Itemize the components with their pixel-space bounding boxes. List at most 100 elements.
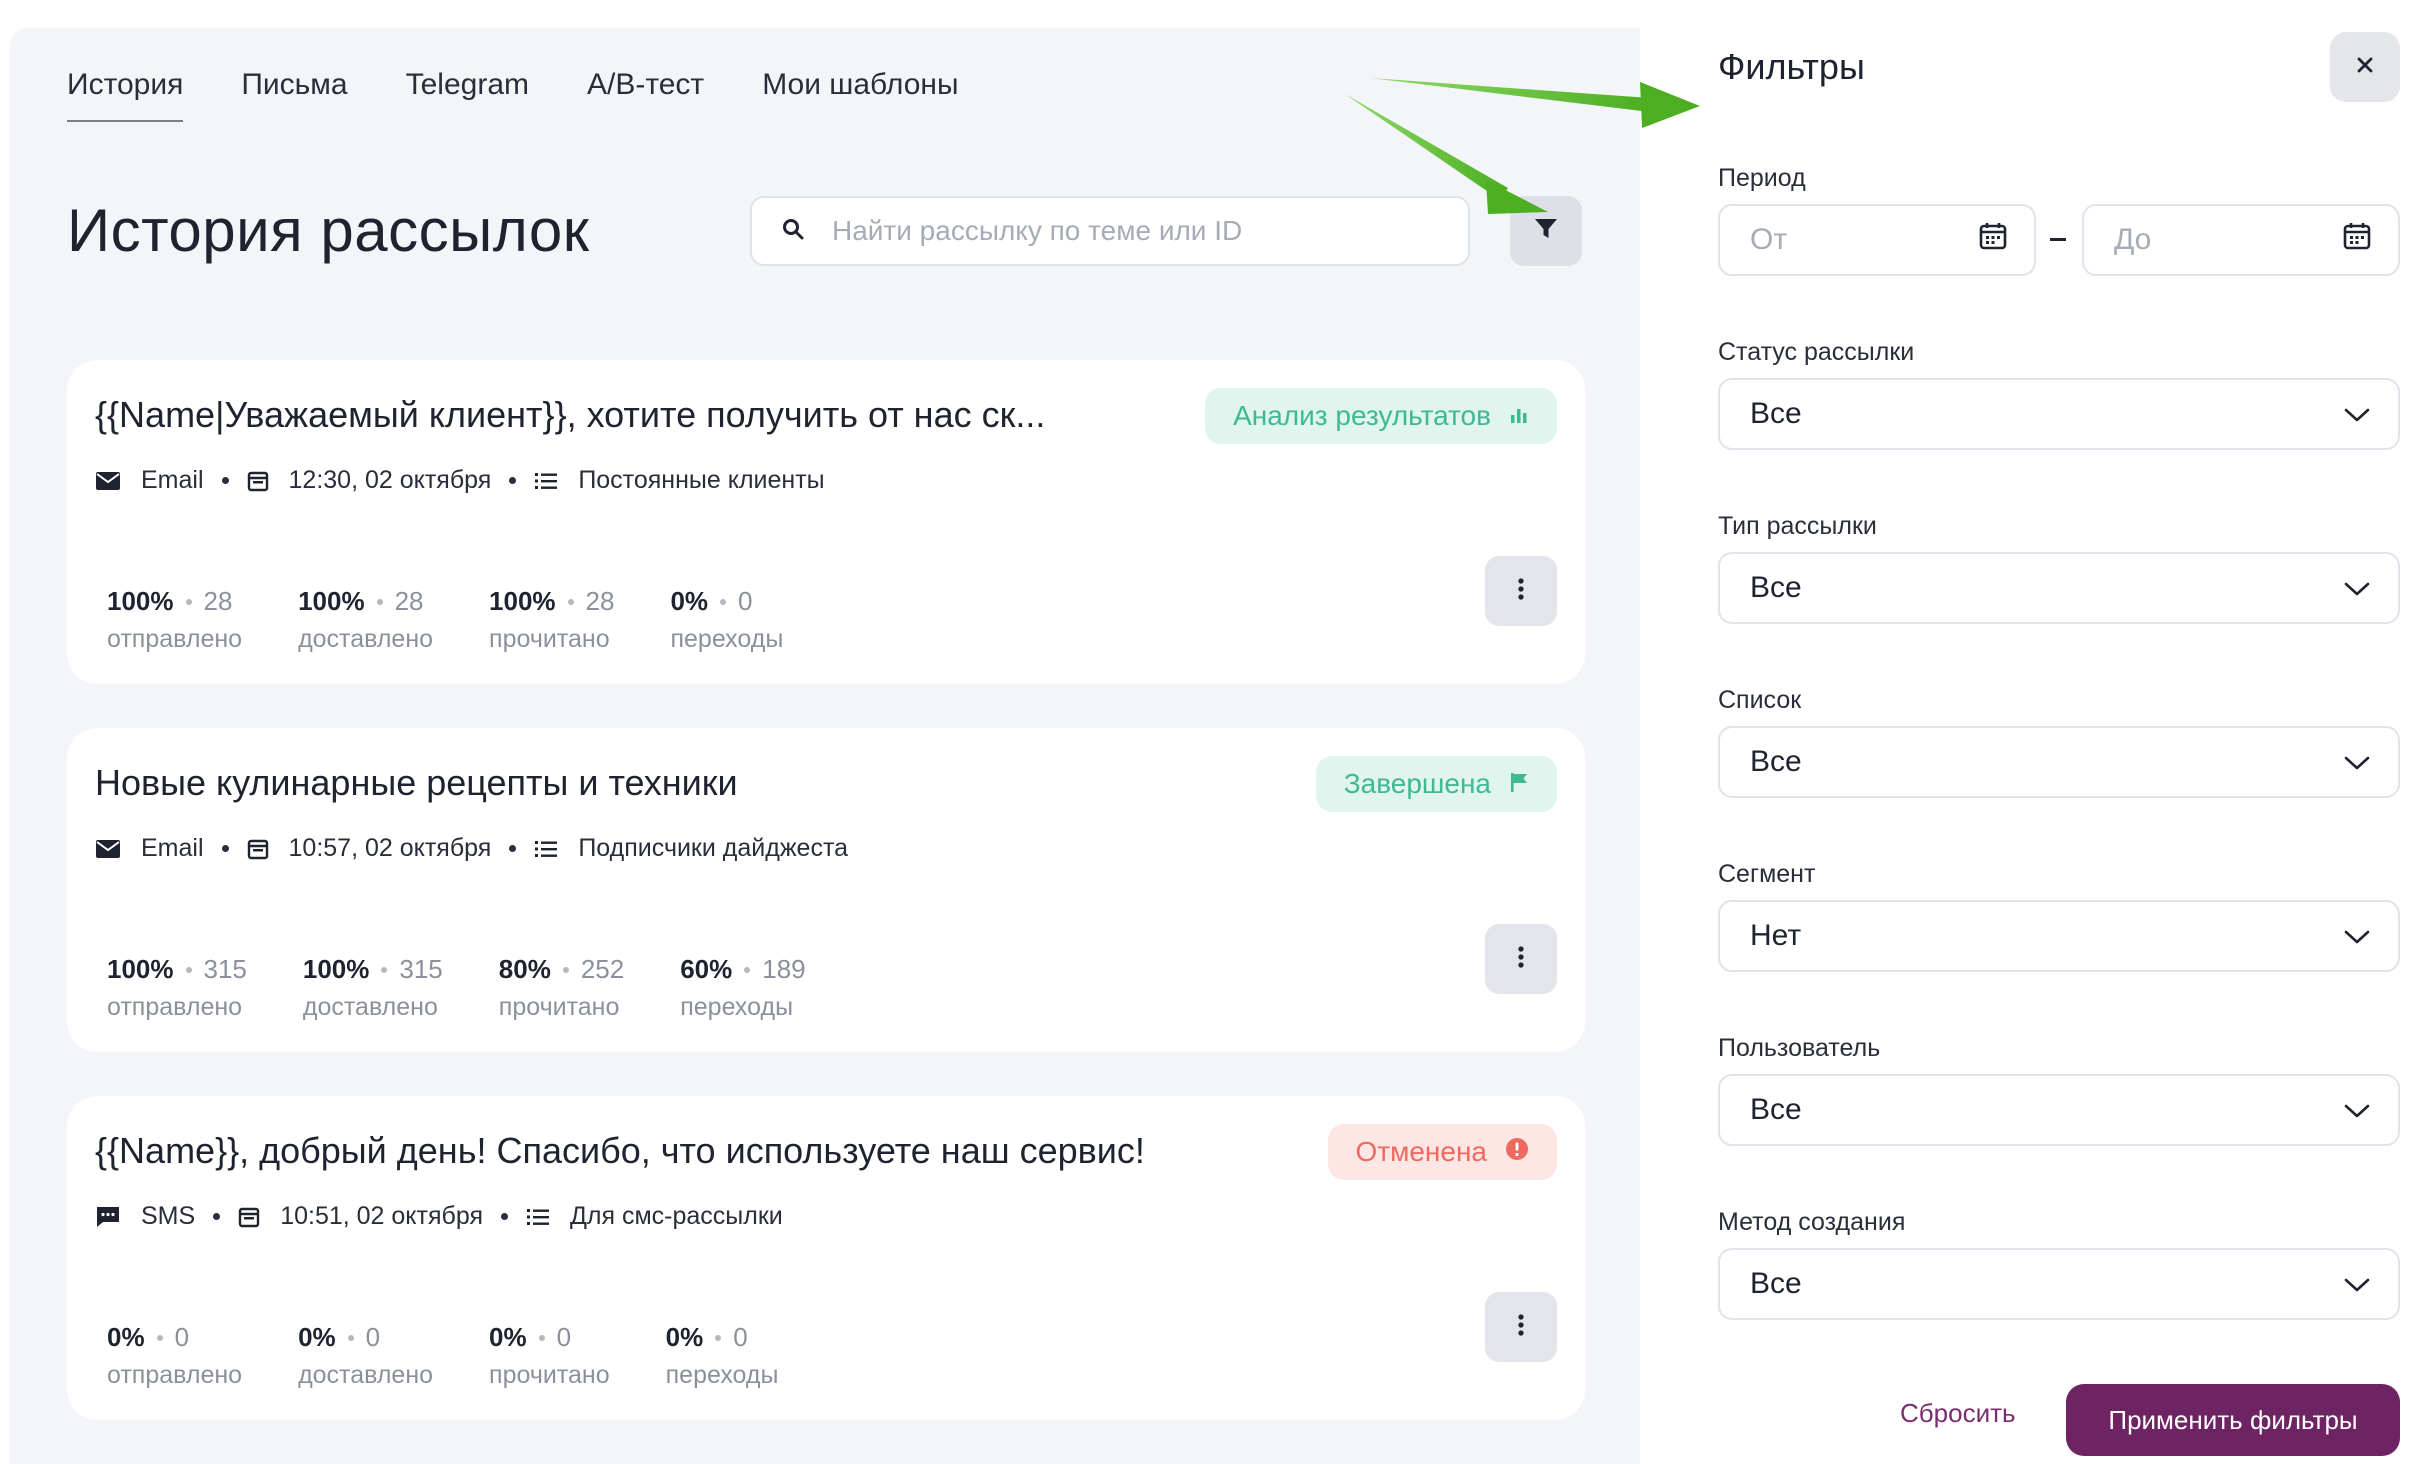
campaign-stats: 0% 0 отправлено 0% 0 доставлено 0% 0 прочитано… bbox=[107, 1322, 834, 1390]
date-to-placeholder: До bbox=[2114, 223, 2152, 256]
user-filter-select[interactable]: Все bbox=[1718, 1074, 2400, 1146]
campaign-list: Подписчики дайджеста bbox=[578, 834, 849, 862]
chevron-down-icon bbox=[2344, 745, 2370, 779]
segment-filter-label: Сегмент bbox=[1718, 860, 1816, 888]
close-icon bbox=[2356, 56, 2374, 79]
campaign-meta: Email 10:57, 02 октября Подписчики дайдж… bbox=[95, 834, 848, 863]
list-filter-select[interactable]: Все bbox=[1718, 726, 2400, 798]
status-badge-label: Отменена bbox=[1355, 1136, 1488, 1167]
tab-ab-test[interactable]: A/B-тест bbox=[587, 68, 704, 122]
calendar-icon bbox=[247, 470, 269, 492]
search-icon bbox=[782, 218, 804, 245]
bar-chart-icon bbox=[1509, 400, 1529, 432]
campaign-card[interactable]: Новые кулинарные рецепты и техники Завер… bbox=[67, 728, 1585, 1052]
status-filter-select[interactable]: Все bbox=[1718, 378, 2400, 450]
type-filter-select[interactable]: Все bbox=[1718, 552, 2400, 624]
chevron-down-icon bbox=[2344, 1093, 2370, 1127]
segment-filter-select[interactable]: Нет bbox=[1718, 900, 2400, 972]
sms-message-icon bbox=[95, 1205, 121, 1229]
stat-delivered: 0% 0 доставлено bbox=[298, 1322, 434, 1389]
filter-button[interactable] bbox=[1510, 196, 1582, 266]
separator-dot bbox=[213, 1213, 221, 1220]
date-range-separator bbox=[2050, 238, 2066, 241]
method-filter-value: Все bbox=[1750, 1267, 1802, 1300]
status-badge-label: Анализ результатов bbox=[1233, 400, 1491, 431]
campaign-card[interactable]: {{Name}}, добрый день! Спасибо, что испо… bbox=[67, 1096, 1585, 1420]
chevron-down-icon bbox=[2344, 919, 2370, 953]
campaign-channel: Email bbox=[141, 466, 204, 494]
calendar-icon[interactable] bbox=[1978, 221, 2008, 259]
date-from-field[interactable]: От bbox=[1718, 204, 2036, 276]
type-filter-value: Все bbox=[1750, 571, 1802, 604]
tab-telegram[interactable]: Telegram bbox=[406, 68, 529, 122]
separator-dot bbox=[509, 477, 517, 484]
reset-filters-button[interactable]: Сбросить bbox=[1900, 1398, 2016, 1429]
tab-bar: История Письма Telegram A/B-тест Мои шаб… bbox=[67, 68, 1017, 122]
more-vertical-icon bbox=[1518, 945, 1524, 973]
apply-filters-button[interactable]: Применить фильтры bbox=[2066, 1384, 2400, 1456]
more-vertical-icon bbox=[1518, 1313, 1524, 1341]
envelope-icon bbox=[95, 839, 121, 859]
status-badge: Анализ результатов bbox=[1205, 388, 1557, 444]
user-filter-label: Пользователь bbox=[1718, 1034, 1881, 1062]
status-badge-label: Завершена bbox=[1343, 768, 1491, 799]
envelope-icon bbox=[95, 471, 121, 491]
campaign-channel: Email bbox=[141, 834, 204, 862]
close-filters-button[interactable] bbox=[2330, 32, 2400, 102]
list-icon bbox=[534, 471, 558, 491]
campaign-list: Постоянные клиенты bbox=[578, 466, 825, 494]
campaign-stats: 100% 315 отправлено 100% 315 доставлено 80% 2… bbox=[107, 954, 862, 1022]
period-label: Период bbox=[1718, 164, 1806, 192]
search-input[interactable] bbox=[832, 215, 1432, 247]
list-filter-value: Все bbox=[1750, 745, 1802, 778]
calendar-icon bbox=[238, 1206, 260, 1228]
stat-read: 100% 28 прочитано bbox=[489, 586, 615, 653]
separator-dot bbox=[221, 845, 229, 852]
stat-clicks: 60% 189 переходы bbox=[680, 954, 806, 1021]
stat-delivered: 100% 28 доставлено bbox=[298, 586, 434, 653]
chevron-down-icon bbox=[2344, 571, 2370, 605]
page-title: История рассылок bbox=[67, 197, 590, 264]
stat-clicks: 0% 0 переходы bbox=[665, 1322, 779, 1389]
campaign-datetime: 10:57, 02 октября bbox=[288, 834, 492, 862]
filter-icon bbox=[1534, 218, 1558, 245]
calendar-icon[interactable] bbox=[2342, 221, 2372, 259]
campaign-title: {{Name}}, добрый день! Спасибо, что испо… bbox=[95, 1130, 1145, 1171]
date-from-placeholder: От bbox=[1750, 223, 1788, 256]
stat-clicks: 0% 0 переходы bbox=[670, 586, 784, 653]
campaign-title: {{Name|Уважаемый клиент}}, хотите получи… bbox=[95, 394, 1046, 435]
chevron-down-icon bbox=[2344, 397, 2370, 431]
chevron-down-icon bbox=[2344, 1267, 2370, 1301]
stat-read: 80% 252 прочитано bbox=[498, 954, 625, 1021]
search-box bbox=[750, 196, 1470, 266]
date-to-field[interactable]: До bbox=[2082, 204, 2400, 276]
flag-icon bbox=[1509, 768, 1529, 800]
method-filter-label: Метод создания bbox=[1718, 1208, 1906, 1236]
method-filter-select[interactable]: Все bbox=[1718, 1248, 2400, 1320]
alert-circle-icon bbox=[1505, 1136, 1529, 1168]
tab-my-templates[interactable]: Мои шаблоны bbox=[762, 68, 958, 122]
separator-dot bbox=[509, 845, 517, 852]
status-badge: Завершена bbox=[1315, 756, 1557, 812]
tab-history[interactable]: История bbox=[67, 68, 184, 122]
stat-read: 0% 0 прочитано bbox=[489, 1322, 610, 1389]
stat-sent: 100% 315 отправлено bbox=[107, 954, 247, 1021]
more-options-button[interactable] bbox=[1485, 556, 1557, 626]
stat-sent: 100% 28 отправлено bbox=[107, 586, 243, 653]
campaign-stats: 100% 28 отправлено 100% 28 доставлено 100% 28… bbox=[107, 586, 839, 654]
more-options-button[interactable] bbox=[1485, 1292, 1557, 1362]
status-badge: Отменена bbox=[1327, 1124, 1557, 1180]
more-options-button[interactable] bbox=[1485, 924, 1557, 994]
campaign-channel: SMS bbox=[141, 1202, 196, 1230]
tab-emails[interactable]: Письма bbox=[241, 68, 347, 122]
segment-filter-value: Нет bbox=[1750, 919, 1802, 952]
status-filter-label: Статус рассылки bbox=[1718, 338, 1915, 366]
separator-dot bbox=[500, 1213, 508, 1220]
type-filter-label: Тип рассылки bbox=[1718, 512, 1877, 540]
campaign-datetime: 12:30, 02 октября bbox=[288, 466, 492, 494]
more-vertical-icon bbox=[1518, 577, 1524, 605]
campaign-datetime: 10:51, 02 октября bbox=[280, 1202, 483, 1230]
campaign-card[interactable]: {{Name|Уважаемый клиент}}, хотите получи… bbox=[67, 360, 1585, 684]
user-filter-value: Все bbox=[1750, 1093, 1802, 1126]
list-icon bbox=[534, 839, 558, 859]
